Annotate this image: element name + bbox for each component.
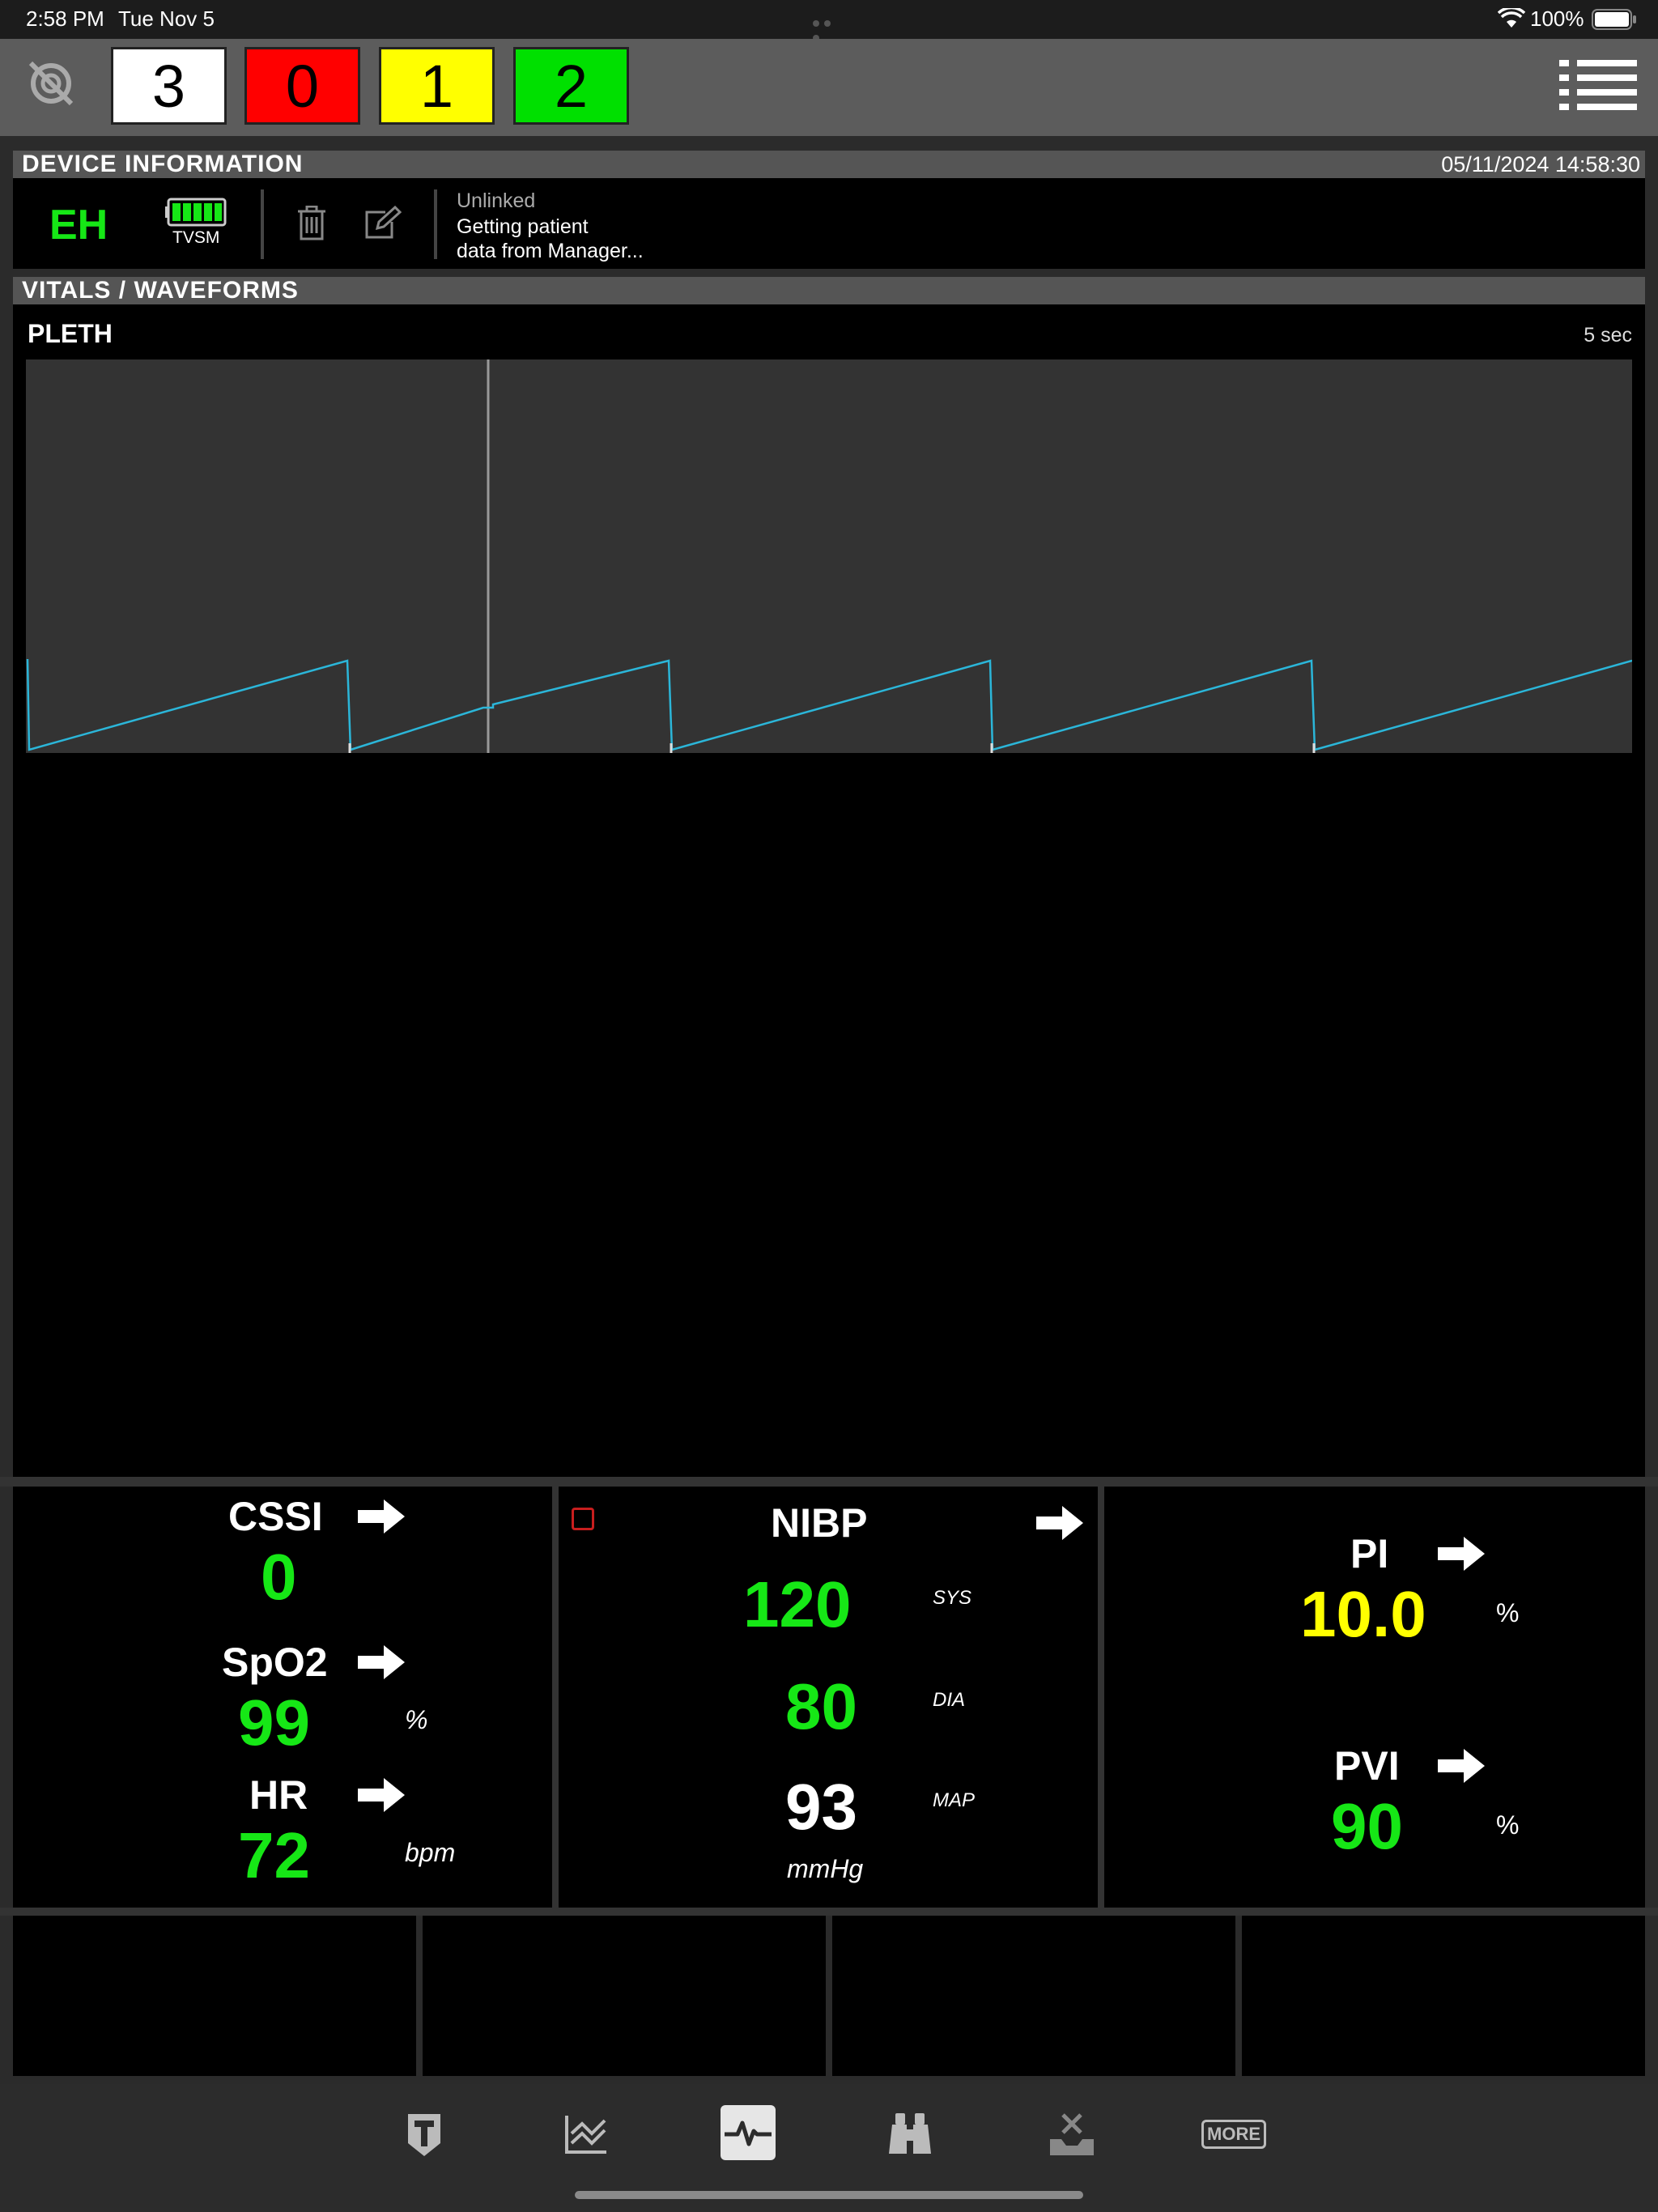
triage-count-green[interactable]: 2 xyxy=(513,47,629,125)
empty-slot-4[interactable] xyxy=(1242,1916,1645,2076)
more-label: MORE xyxy=(1201,2120,1266,2149)
pi-label: PI xyxy=(1350,1531,1389,1576)
vitals-header: VITALS / WAVEFORMS xyxy=(13,277,1645,304)
wifi-icon xyxy=(1497,6,1526,33)
pi-pvi-panel[interactable]: PI 10.0 % PVI 90 % xyxy=(1104,1487,1645,1908)
pi-unit: % xyxy=(1496,1598,1520,1627)
link-status: Unlinked xyxy=(457,189,536,212)
pvi-value: 90 xyxy=(1331,1790,1403,1862)
divider xyxy=(1098,1487,1104,1908)
menu-list-icon[interactable] xyxy=(1559,60,1637,114)
empty-slot-3[interactable] xyxy=(832,1916,1235,2076)
unlink-device-icon[interactable] xyxy=(1046,2108,1098,2160)
cssi-spo2-hr-panel[interactable]: CSSI 0 SpO2 99 % HR 72 bpm xyxy=(13,1487,552,1908)
status-bar: 2:58 PM Tue Nov 5 100% xyxy=(0,0,1658,41)
trash-icon[interactable] xyxy=(296,205,327,245)
nibp-dia-value: 80 xyxy=(785,1670,857,1742)
divider xyxy=(0,1477,1658,1487)
waveform-panel: PLETH 5 sec xyxy=(13,304,1645,1477)
pleth-waveform xyxy=(26,359,1632,753)
device-info-header: DEVICE INFORMATION 05/11/2024 14:58:30 xyxy=(13,151,1645,178)
divider xyxy=(0,1908,1658,1916)
pvi-label: PVI xyxy=(1334,1743,1400,1789)
hr-value: 72 xyxy=(238,1819,310,1891)
empty-slot-1[interactable] xyxy=(13,1916,416,2076)
divider xyxy=(261,189,264,259)
device-type: TVSM xyxy=(172,228,220,247)
waveform-label: PLETH xyxy=(28,319,113,348)
spo2-label: SpO2 xyxy=(222,1640,328,1685)
waveform-icon[interactable] xyxy=(721,2105,776,2160)
nibp-map-value: 93 xyxy=(785,1771,857,1843)
status-message-line2: data from Manager... xyxy=(457,240,644,262)
pvi-unit: % xyxy=(1496,1810,1520,1840)
nibp-map-label: MAP xyxy=(933,1789,976,1811)
status-message-line1: Getting patient xyxy=(457,215,589,238)
nibp-panel[interactable]: NIBP 120 SYS 80 DIA 93 MAP mmHg xyxy=(559,1487,1098,1908)
nibp-unit: mmHg xyxy=(787,1854,864,1883)
hr-label: HR xyxy=(249,1772,308,1818)
triage-tag-icon[interactable] xyxy=(398,2108,450,2160)
hr-detail-arrow-icon[interactable] xyxy=(358,1778,405,1816)
divider xyxy=(434,189,437,259)
device-timestamp: 05/11/2024 14:58:30 xyxy=(1441,152,1640,177)
pi-detail-arrow-icon[interactable] xyxy=(1438,1537,1485,1575)
cssi-detail-arrow-icon[interactable] xyxy=(358,1499,405,1538)
pi-value: 10.0 xyxy=(1300,1578,1426,1650)
triage-bar: 3 0 1 2 xyxy=(0,39,1658,136)
edit-icon[interactable] xyxy=(364,205,402,244)
nibp-sys-label: SYS xyxy=(933,1587,972,1609)
empty-slot-2[interactable] xyxy=(423,1916,826,2076)
status-time: 2:58 PM xyxy=(26,6,104,31)
more-icon[interactable]: MORE xyxy=(1201,2108,1266,2160)
home-indicator[interactable] xyxy=(575,2191,1083,2199)
battery-icon xyxy=(1592,8,1637,35)
waveform-duration: 5 sec xyxy=(1584,324,1632,347)
device-info-panel[interactable]: EH TVSM Unlinked Getting patient data fr… xyxy=(13,178,1645,269)
binoculars-icon[interactable] xyxy=(884,2108,936,2160)
cssi-label: CSSI xyxy=(228,1494,323,1539)
nibp-detail-arrow-icon[interactable] xyxy=(1036,1506,1083,1544)
triage-count-red[interactable]: 0 xyxy=(244,47,360,125)
spo2-unit: % xyxy=(405,1705,428,1734)
trend-chart-icon[interactable] xyxy=(560,2108,612,2160)
no-connection-icon[interactable] xyxy=(24,57,78,114)
multitask-dots[interactable] xyxy=(813,16,845,41)
triage-count-yellow[interactable]: 1 xyxy=(379,47,495,125)
battery-percent: 100% xyxy=(1530,6,1584,31)
spo2-value: 99 xyxy=(238,1687,310,1759)
nibp-dia-label: DIA xyxy=(933,1689,966,1711)
pvi-detail-arrow-icon[interactable] xyxy=(1438,1749,1485,1787)
divider xyxy=(552,1487,559,1908)
device-info-title: DEVICE INFORMATION xyxy=(22,151,304,177)
nibp-label: NIBP xyxy=(771,1500,868,1546)
hr-unit: bpm xyxy=(405,1838,456,1867)
cssi-value: 0 xyxy=(261,1541,297,1613)
triage-count-white[interactable]: 3 xyxy=(111,47,227,125)
battery-full-icon xyxy=(165,198,230,231)
nibp-sys-value: 120 xyxy=(743,1568,852,1640)
spo2-detail-arrow-icon[interactable] xyxy=(358,1645,405,1683)
status-date: Tue Nov 5 xyxy=(118,6,215,31)
patient-initials: EH xyxy=(49,202,108,249)
nibp-status-indicator-icon xyxy=(572,1508,594,1530)
